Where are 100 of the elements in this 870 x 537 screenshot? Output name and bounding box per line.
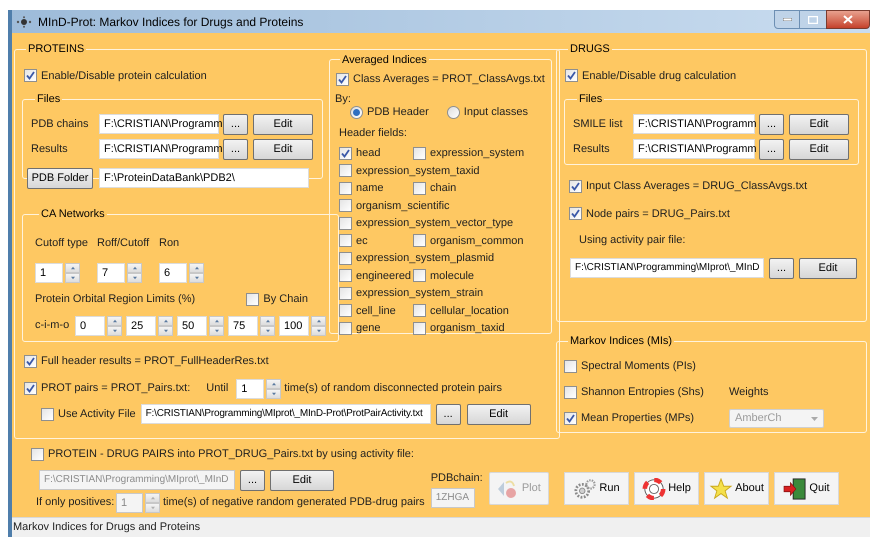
minimize-button[interactable]: [774, 10, 800, 29]
maximize-button[interactable]: [800, 10, 826, 29]
checkbox[interactable]: [31, 448, 44, 461]
checkbox[interactable]: [569, 180, 582, 193]
checkbox[interactable]: [24, 382, 37, 395]
checkbox[interactable]: [339, 252, 352, 265]
edit-button[interactable]: Edit: [270, 470, 334, 490]
checkbox[interactable]: [569, 207, 582, 220]
text-field[interactable]: F:\CRISTIAN\Programming\MIprot\_MInD-Prot\ProtPairActivity.txt: [140, 404, 431, 424]
checkbox[interactable]: [413, 234, 426, 248]
checkbox[interactable]: [339, 269, 352, 282]
checkbox[interactable]: [246, 292, 260, 306]
radio-button[interactable]: [350, 106, 363, 119]
text-field[interactable]: 100: [279, 316, 309, 336]
text-field[interactable]: 75: [228, 316, 258, 336]
text-field[interactable]: F:\ProteinDataBank\PDB2\: [99, 168, 309, 188]
spin-down-button[interactable]: [158, 326, 173, 336]
spin-up-button[interactable]: [311, 316, 326, 326]
group-title: DRUGS: [569, 42, 611, 57]
checkbox[interactable]: [24, 69, 37, 82]
checkbox-label: cellular_location: [430, 304, 509, 318]
browse-button[interactable]: ...: [436, 404, 461, 424]
close-button[interactable]: [826, 10, 870, 29]
checkbox[interactable]: [339, 216, 352, 230]
checkbox-label: Enable/Disable protein calculation: [41, 68, 207, 84]
checkbox[interactable]: [413, 182, 426, 195]
up-arrow-icon: [264, 318, 270, 322]
spin-down-button[interactable]: [65, 273, 80, 283]
edit-button[interactable]: Edit: [466, 404, 531, 424]
spin-down-button[interactable]: [266, 388, 282, 398]
checkbox[interactable]: [339, 164, 352, 178]
checkbox[interactable]: [336, 72, 349, 86]
spin-down-button[interactable]: [145, 502, 160, 512]
text-field[interactable]: F:\CRISTIAN\Programming\MIprot\_MInD: [570, 258, 764, 278]
plot-icon: [496, 478, 519, 498]
spin-down-button[interactable]: [311, 326, 326, 336]
checkbox[interactable]: [339, 304, 352, 318]
edit-button[interactable]: Edit: [789, 138, 849, 160]
edit-button[interactable]: Edit: [253, 114, 313, 134]
checkbox[interactable]: [339, 199, 352, 212]
spin-up-button[interactable]: [145, 492, 160, 502]
checkbox[interactable]: [413, 269, 426, 282]
dropdown-arrow-icon: [811, 416, 818, 420]
toolbar-button[interactable]: About: [704, 472, 769, 505]
radio-button[interactable]: [446, 106, 460, 119]
spin-down-button[interactable]: [260, 326, 275, 336]
checkbox[interactable]: [24, 354, 37, 368]
checkbox[interactable]: [564, 360, 577, 373]
up-arrow-icon: [162, 318, 168, 322]
toolbar-button[interactable]: Run: [564, 472, 629, 505]
spin-up-button[interactable]: [158, 316, 173, 326]
check-icon: [26, 384, 35, 393]
window-title: MInD-Prot: Markov Indices for Drugs and Proteins: [38, 14, 304, 30]
edit-button[interactable]: Edit: [799, 258, 857, 278]
checkbox[interactable]: [565, 69, 578, 82]
browse-button[interactable]: ...: [759, 138, 784, 160]
browse-button[interactable]: ...: [223, 138, 248, 160]
spin-down-button[interactable]: [127, 273, 142, 283]
checkbox[interactable]: [339, 146, 352, 160]
spin-up-button[interactable]: [266, 378, 282, 388]
text-field[interactable]: 50: [177, 316, 207, 336]
checkbox-label: Use Activity File: [58, 406, 136, 422]
checkbox[interactable]: [339, 322, 352, 335]
text-field[interactable]: 1: [236, 378, 264, 398]
text-field[interactable]: 6: [159, 263, 187, 283]
checkbox-label: cell_line: [356, 304, 396, 318]
checkbox[interactable]: [413, 146, 426, 160]
spin-up-button[interactable]: [127, 263, 142, 273]
checkbox[interactable]: [41, 408, 54, 420]
text-field[interactable]: 0: [75, 316, 105, 336]
browse-button[interactable]: ...: [759, 114, 784, 134]
toolbar-button[interactable]: Help: [634, 472, 699, 505]
spin-up-button[interactable]: [107, 316, 122, 326]
checkbox[interactable]: [564, 386, 577, 399]
checkbox[interactable]: [339, 182, 352, 195]
text-field[interactable]: 1: [35, 263, 63, 283]
checkbox[interactable]: [339, 234, 352, 248]
browse-button[interactable]: ...: [240, 470, 265, 490]
check-icon: [567, 71, 576, 80]
spin-down-button[interactable]: [107, 326, 122, 336]
checkbox[interactable]: [413, 322, 426, 335]
spin-up-button[interactable]: [209, 316, 224, 326]
field-label: Results: [31, 142, 69, 157]
text-field[interactable]: 7: [97, 263, 125, 283]
checkbox[interactable]: [564, 412, 577, 425]
edit-button[interactable]: Edit: [789, 114, 849, 134]
spin-up-button[interactable]: [260, 316, 275, 326]
browse-button[interactable]: ...: [769, 258, 794, 278]
toolbar-button[interactable]: Quit: [774, 472, 839, 505]
checkbox[interactable]: [339, 286, 352, 300]
spin-up-button[interactable]: [189, 263, 204, 273]
text-field[interactable]: 25: [126, 316, 156, 336]
spin-up-button[interactable]: [65, 263, 80, 273]
spin-down-button[interactable]: [209, 326, 224, 336]
folder-button[interactable]: PDB Folder: [27, 168, 93, 188]
checkbox-label: PROTEIN - DRUG PAIRS into PROT_DRUG_Pairs.txt by using activity file:: [48, 447, 414, 462]
checkbox[interactable]: [413, 304, 426, 318]
spin-down-button[interactable]: [189, 273, 204, 283]
browse-button[interactable]: ...: [223, 114, 248, 134]
edit-button[interactable]: Edit: [253, 138, 313, 160]
